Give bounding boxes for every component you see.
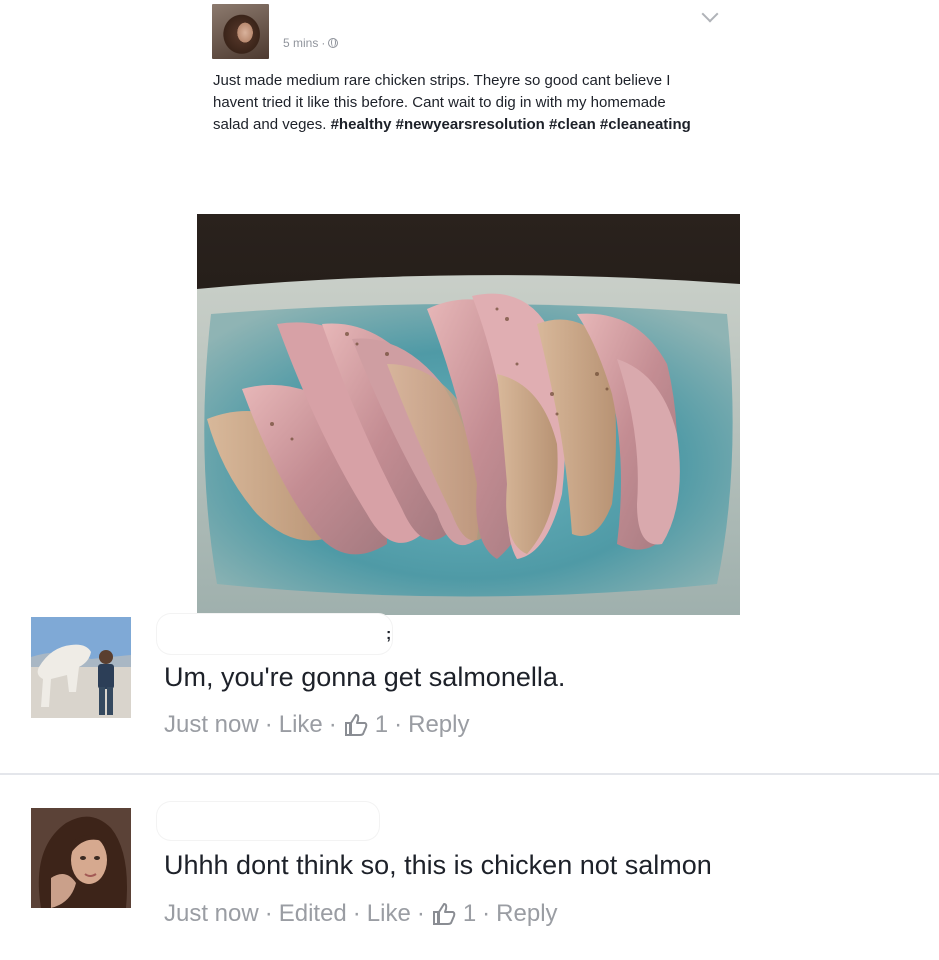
stray-mark: ; bbox=[386, 626, 392, 643]
thumbs-up-icon[interactable] bbox=[431, 902, 457, 926]
hashtag-link[interactable]: #healthy bbox=[331, 116, 392, 133]
action-separator: · bbox=[264, 900, 273, 927]
post-author-avatar-comment[interactable] bbox=[31, 808, 131, 908]
action-separator: · bbox=[264, 711, 273, 738]
commenter-avatar[interactable] bbox=[31, 617, 131, 718]
commenter-name-redacted bbox=[157, 614, 392, 654]
comment-actions: Just now · Like · 1 · Reply bbox=[164, 711, 469, 739]
comment-timestamp[interactable]: Just now bbox=[164, 711, 259, 739]
comment-timestamp[interactable]: Just now bbox=[164, 900, 259, 928]
author-photo bbox=[31, 808, 131, 908]
action-separator: · bbox=[394, 711, 403, 738]
author-name-redacted bbox=[157, 802, 379, 840]
post-timestamp[interactable]: 5 mins bbox=[283, 36, 318, 50]
hashtag-link[interactable]: #newyearsresolution bbox=[396, 116, 545, 133]
facebook-post-screenshot: 5 mins · Just made medium rare chicken s… bbox=[0, 0, 939, 960]
action-separator: · bbox=[482, 900, 491, 927]
post-photo[interactable] bbox=[197, 214, 740, 615]
post-text: Just made medium rare chicken strips. Th… bbox=[213, 70, 693, 136]
commenter-photo bbox=[31, 617, 131, 718]
action-separator: · bbox=[328, 711, 337, 738]
meta-separator: · bbox=[321, 36, 326, 50]
like-link[interactable]: Like bbox=[279, 711, 323, 739]
chevron-down-icon[interactable] bbox=[701, 5, 719, 23]
comment-text: Um, you're gonna get salmonella. bbox=[164, 662, 566, 692]
chicken-plate-illustration bbox=[197, 214, 740, 615]
hashtag-link[interactable]: #cleaneating bbox=[600, 116, 691, 133]
hashtag-link[interactable]: #clean bbox=[549, 116, 596, 133]
reply-comment-text: Uhhh dont think so, this is chicken not … bbox=[164, 850, 712, 880]
reply-link[interactable]: Reply bbox=[408, 711, 469, 739]
like-count[interactable]: 1 bbox=[375, 711, 388, 739]
thumbs-up-icon[interactable] bbox=[343, 713, 369, 737]
action-separator: · bbox=[352, 900, 361, 927]
reply-link[interactable]: Reply bbox=[496, 900, 557, 928]
action-separator: · bbox=[416, 900, 425, 927]
post-author-name-redacted bbox=[282, 4, 407, 28]
like-link[interactable]: Like bbox=[367, 900, 411, 928]
reply-comment-actions: Just now · Edited · Like · 1 · Reply bbox=[164, 900, 558, 928]
edited-link[interactable]: Edited bbox=[279, 900, 347, 928]
comment-divider bbox=[0, 773, 939, 775]
like-count[interactable]: 1 bbox=[463, 900, 476, 928]
post-meta: 5 mins · bbox=[283, 36, 339, 50]
globe-icon[interactable] bbox=[328, 38, 339, 48]
post-author-avatar[interactable] bbox=[212, 4, 269, 59]
